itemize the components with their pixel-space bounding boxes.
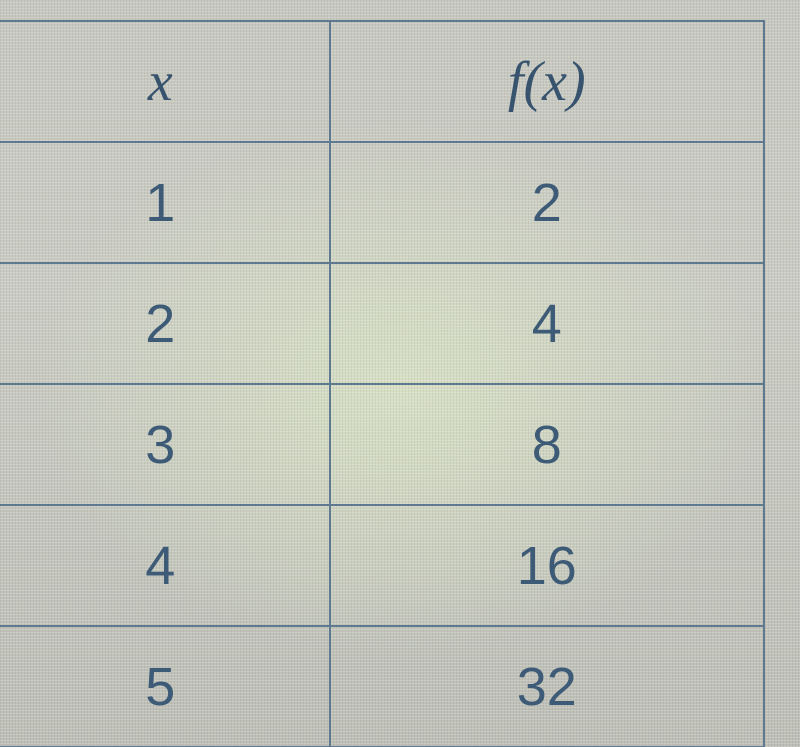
cell-fx: 4: [330, 263, 765, 384]
table-row: 3 8: [0, 384, 764, 505]
column-header-x: x: [0, 21, 330, 142]
cell-fx: 32: [330, 626, 765, 747]
cell-x: 3: [0, 384, 330, 505]
cell-fx: 16: [330, 505, 765, 626]
function-table: x f(x) 1 2 2 4 3 8 4 16 5 32: [0, 20, 765, 747]
table-row: 5 32: [0, 626, 764, 747]
cell-x: 2: [0, 263, 330, 384]
table-row: 2 4: [0, 263, 764, 384]
table-header-row: x f(x): [0, 21, 764, 142]
cell-x: 1: [0, 142, 330, 263]
cell-x: 5: [0, 626, 330, 747]
cell-fx: 8: [330, 384, 765, 505]
table-row: 1 2: [0, 142, 764, 263]
column-header-fx: f(x): [330, 21, 765, 142]
cell-x: 4: [0, 505, 330, 626]
cell-fx: 2: [330, 142, 765, 263]
table-row: 4 16: [0, 505, 764, 626]
function-table-frame: x f(x) 1 2 2 4 3 8 4 16 5 32: [0, 0, 800, 747]
